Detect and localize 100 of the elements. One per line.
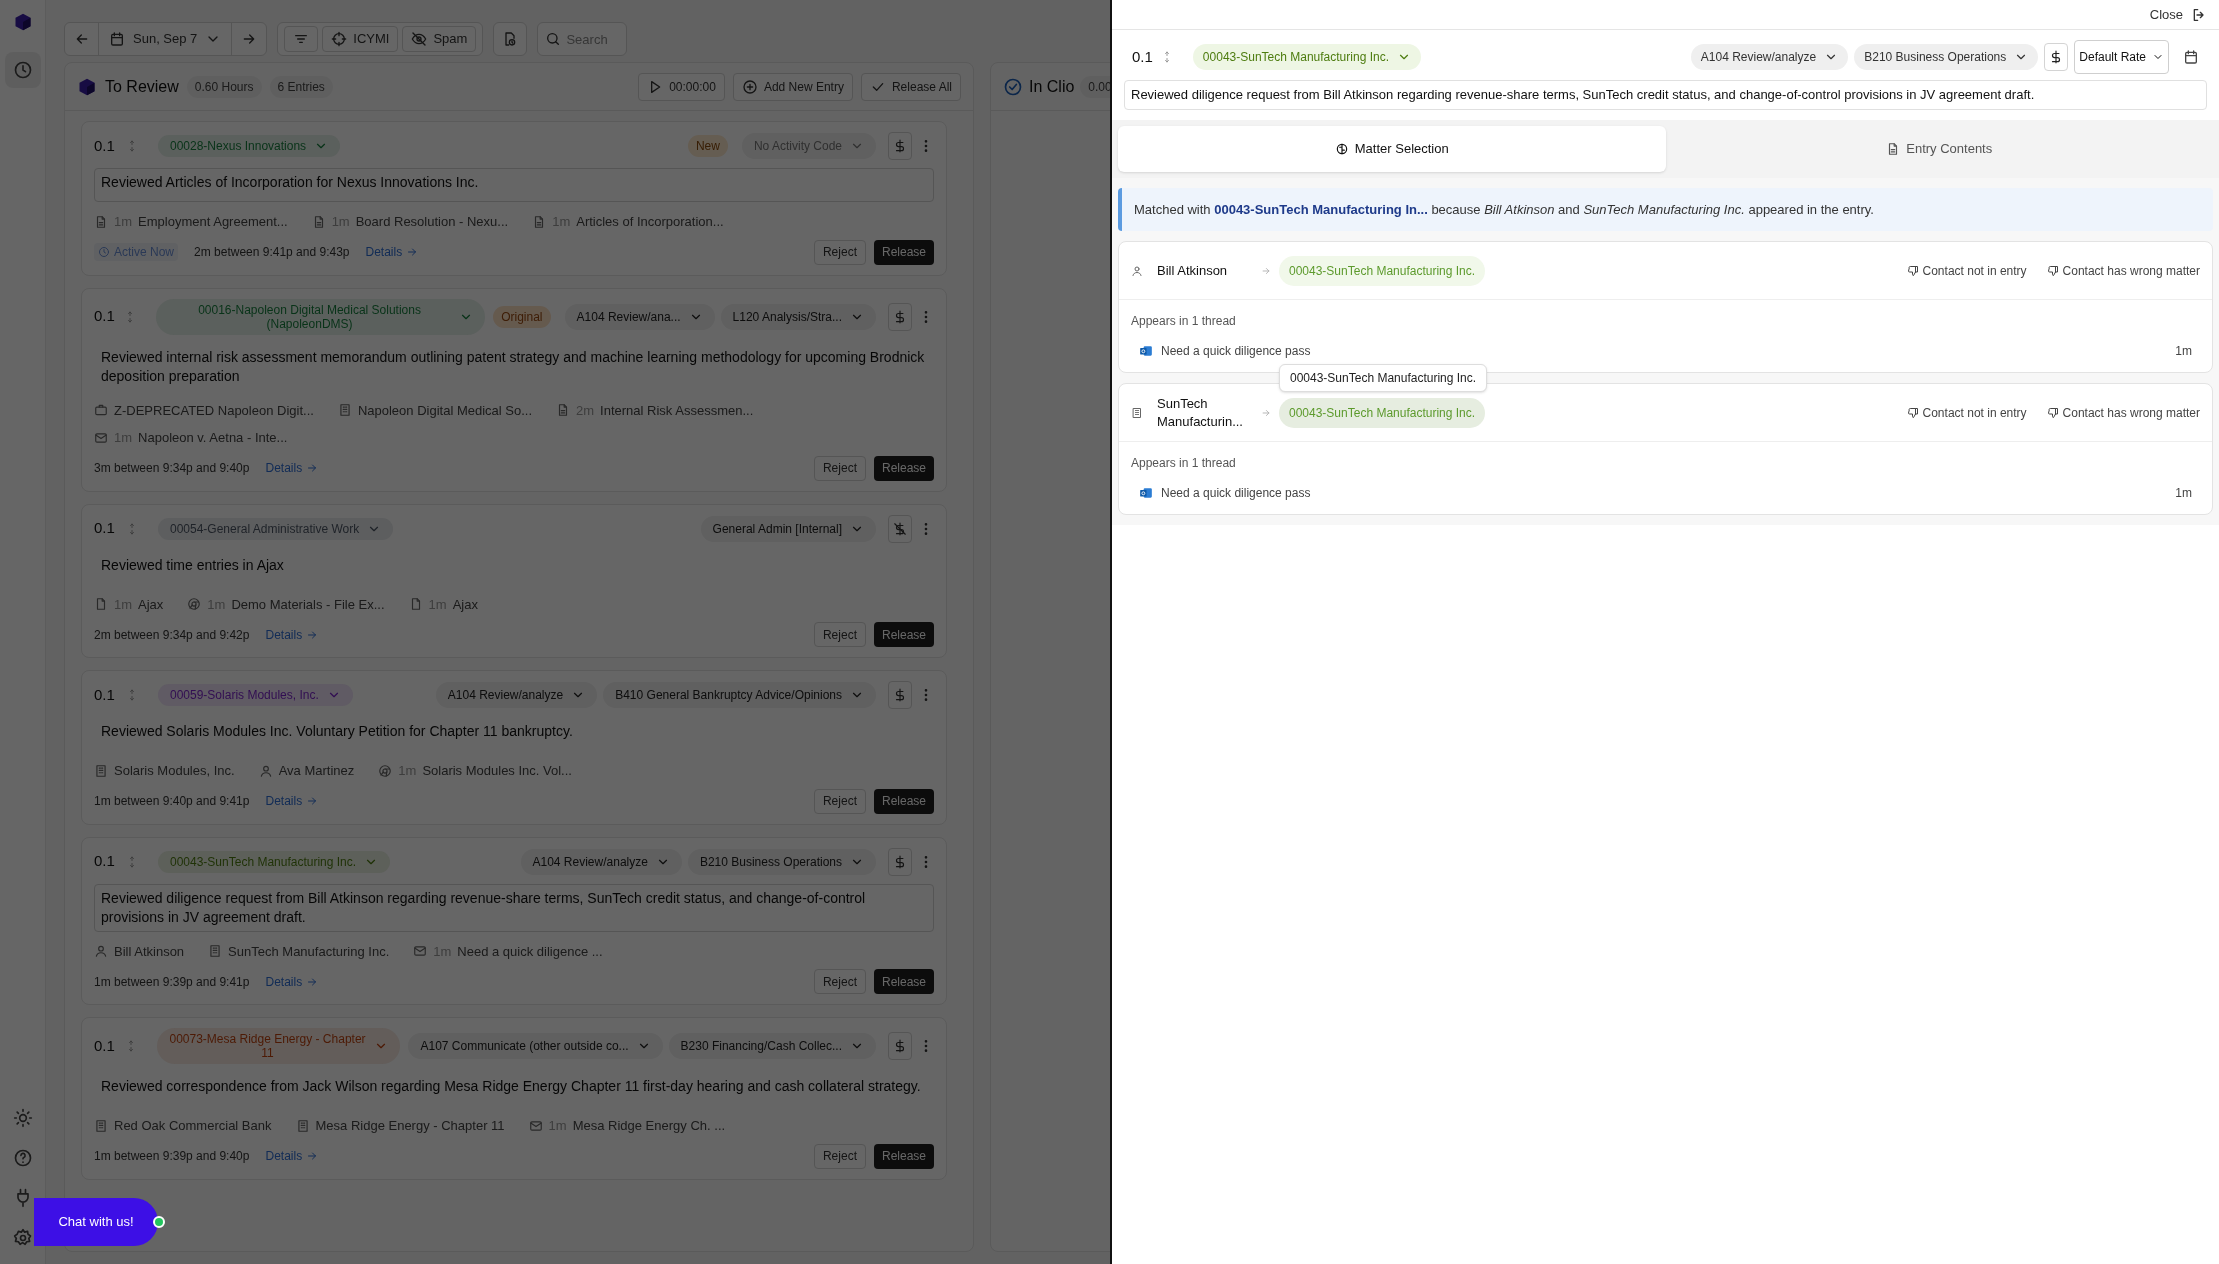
contact-name: SunTech Manufacturin... <box>1157 394 1244 431</box>
matter-selector[interactable]: 00028-Nexus Innovations <box>158 135 341 157</box>
feedback-button[interactable]: Contact not in entry <box>1906 403 2027 422</box>
tab[interactable]: Matter Selection <box>1118 125 1666 172</box>
details-link[interactable]: Details <box>265 1147 319 1165</box>
matter-selector[interactable]: 00073-Mesa Ridge Energy - Chapter 11 <box>156 1028 401 1064</box>
billable-button[interactable] <box>2044 43 2069 71</box>
arrow-right-icon <box>306 628 319 641</box>
feedback-button[interactable]: Contact not in entry <box>1906 261 2027 280</box>
clock-icon[interactable] <box>12 60 33 80</box>
matter-selector[interactable]: 00059-Solaris Modules, Inc. <box>158 684 353 706</box>
details-link[interactable]: Details <box>365 243 419 261</box>
release-button[interactable]: Release <box>873 788 934 814</box>
activity-code-selector[interactable]: B410 General Bankruptcy Advice/Opinions <box>603 682 876 708</box>
release-all-button[interactable]: Release All <box>860 72 961 101</box>
source-item[interactable]: Napoleon Digital Medical So... <box>337 400 533 420</box>
capture-button[interactable] <box>493 22 528 56</box>
activity-code-selector[interactable]: A104 Review/analyze <box>520 848 682 875</box>
duration-text: 0.1 <box>94 306 116 327</box>
activity-code-selector[interactable]: A107 Communicate (other outside co... <box>408 1033 663 1059</box>
sun-icon[interactable] <box>12 1108 33 1128</box>
arrow-right-icon <box>1261 407 1271 418</box>
document-icon <box>94 214 108 229</box>
add-entry-button[interactable]: Add New Entry <box>732 72 853 101</box>
activity-code-selector[interactable]: A104 Review/analyze <box>1690 44 1849 70</box>
matter-chip[interactable]: 00043-SunTech Manufacturing Inc. <box>1279 397 1486 428</box>
source-item[interactable]: Bill Atkinson <box>94 941 185 961</box>
source-item[interactable]: Solaris Modules, Inc. <box>94 761 235 781</box>
release-button[interactable]: Release <box>873 1143 934 1169</box>
source-item[interactable]: Red Oak Commercial Bank <box>94 1116 272 1136</box>
details-link[interactable]: Details <box>265 625 319 644</box>
file-icon <box>94 597 108 612</box>
clock-icon <box>98 246 110 258</box>
time-summary: 2m between 9:41p and 9:43p <box>194 244 350 261</box>
details-link[interactable]: Details <box>265 459 319 477</box>
contact-name: Bill Atkinson <box>1157 261 1229 280</box>
filter-chip[interactable]: ICYMI <box>322 26 399 52</box>
rate-selector[interactable]: Default Rate <box>2074 40 2169 74</box>
reject-button[interactable]: Reject <box>813 455 866 481</box>
description-field[interactable]: Reviewed time entries in Ajax <box>94 550 934 585</box>
envelope-icon <box>413 944 428 959</box>
description-field[interactable]: Reviewed Solaris Modules Inc. Voluntary Petition for Chapter 11 bankruptcy. <box>94 717 934 751</box>
matter-selector[interactable]: 00043-SunTech Manufacturing Inc. <box>1192 44 1421 70</box>
description-field[interactable]: Reviewed correspondence from Jack Wilson regarding Mesa Ridge Energy Chapter 11 first-day hearing and cash collateral strategy. <box>94 1072 934 1106</box>
timer-button[interactable]: 00:00:00 <box>638 72 725 101</box>
activity-code-selector[interactable]: General Admin [Internal] <box>700 515 876 542</box>
activity-code-selector[interactable]: B210 Business Operations <box>1854 44 2039 70</box>
release-button[interactable]: Release <box>873 455 934 481</box>
feedback-button[interactable]: Contact has wrong matter <box>2046 261 2200 280</box>
arrow-right-icon <box>1261 265 1271 276</box>
thread-item[interactable]: Need a quick diligence pass 1m <box>1131 484 2200 502</box>
source-item[interactable]: SunTech Manufacturing Inc. <box>208 941 390 961</box>
release-button[interactable]: Release <box>873 622 934 647</box>
reject-button[interactable]: Reject <box>813 622 866 647</box>
activity-code-selector[interactable]: A104 Review/analyze <box>435 682 598 708</box>
matter-chip[interactable]: 00043-SunTech Manufacturing Inc. <box>1279 255 1486 286</box>
reject-button[interactable]: Reject <box>813 239 866 265</box>
description-field[interactable]: Reviewed diligence request from Bill Atkinson regarding revenue-share terms, SunTech credit status, and change-of-control provisions in JV agreement draft. <box>94 883 934 932</box>
matter-selector[interactable]: 00043-SunTech Manufacturing Inc. <box>158 850 391 873</box>
source-item[interactable]: Z-DEPRECATED Napoleon Digit... <box>94 400 314 420</box>
tab[interactable]: Entry Contents <box>1665 125 2213 172</box>
eye-off-icon <box>411 31 428 47</box>
thread-item[interactable]: Need a quick diligence pass 1m <box>1131 342 2200 360</box>
status-badge: Original <box>493 305 551 328</box>
description-field[interactable]: Reviewed diligence request from Bill Atkinson regarding revenue-share terms, SunTech credit status, and change-of-control provisions in JV agreement draft. <box>1124 80 2207 110</box>
tooltip: 00043-SunTech Manufacturing Inc. <box>1279 363 1488 392</box>
filter-chip[interactable]: Spam <box>402 26 477 52</box>
reject-button[interactable]: Reject <box>813 969 866 994</box>
chat-button[interactable]: Chat with us! <box>34 1198 158 1246</box>
activity-code-selector[interactable]: B230 Financing/Cash Collec... <box>668 1033 876 1059</box>
feedback-button[interactable]: Contact has wrong matter <box>2046 403 2200 422</box>
activity-code-selector[interactable]: A104 Review/ana... <box>564 303 715 330</box>
details-link[interactable]: Details <box>265 792 319 810</box>
settings-icon[interactable] <box>12 1228 33 1248</box>
calendar-icon <box>109 31 125 47</box>
help-icon[interactable] <box>12 1148 33 1168</box>
close-button[interactable]: Close <box>2149 4 2207 25</box>
source-item[interactable]: Ava Martinez <box>258 761 355 781</box>
calendar-icon[interactable] <box>2183 49 2199 65</box>
activity-code-selector[interactable]: B210 Business Operations <box>687 848 876 875</box>
dollar-icon <box>893 854 907 869</box>
release-button[interactable]: Release <box>873 239 934 265</box>
activity-code-selector[interactable]: L120 Analysis/Stra... <box>720 303 876 330</box>
release-button[interactable]: Release <box>873 969 934 994</box>
hours-badge: 0.60 Hours <box>186 75 262 98</box>
reject-button[interactable]: Reject <box>813 1143 866 1169</box>
description-field[interactable]: Reviewed Articles of Incorporation for Nexus Innovations Inc. <box>94 168 934 202</box>
non-billable-button[interactable] <box>888 514 912 543</box>
envelope-icon <box>94 430 108 445</box>
filter-button[interactable] <box>284 26 319 52</box>
matter-selector[interactable]: 00016-Napoleon Digital Medical Solutions (NapoleonDMS) <box>155 298 486 335</box>
description-field[interactable]: Reviewed internal risk assessment memorandum outlining patent strategy and machine learning methodology for upcoming Brodnick deposition preparation <box>94 342 934 391</box>
matter-selector[interactable]: 00054-General Administrative Work <box>158 517 394 540</box>
reject-button[interactable]: Reject <box>813 788 866 814</box>
details-link[interactable]: Details <box>265 972 319 991</box>
panel-title: To Review <box>105 76 179 97</box>
crosshair-icon <box>331 31 348 47</box>
source-item[interactable]: Mesa Ridge Energy - Chapter 11 <box>295 1116 505 1136</box>
plus-circle-icon <box>741 78 758 95</box>
duration-text: 0.1 <box>94 1035 116 1056</box>
